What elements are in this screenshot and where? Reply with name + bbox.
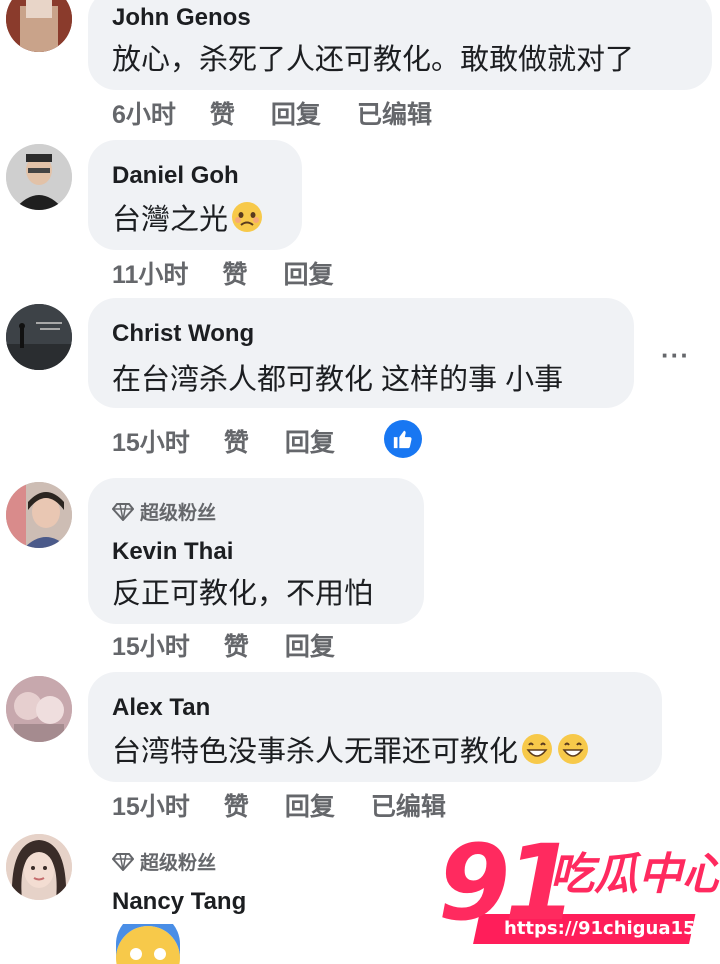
avatar[interactable] [6,676,72,742]
commenter-name[interactable]: Christ Wong [112,320,254,348]
site-watermark: 91 吃瓜中心 https://91chigua15.com [438,822,720,948]
avatar[interactable] [6,482,72,548]
comment-text: 在台湾杀人都可教化 这样的事 小事 [112,364,564,396]
comment-text: 台湾特色没事杀人无罪还可教化 [112,728,590,770]
like-button[interactable]: 赞 [210,95,235,131]
comment-text-content: 台灣之光 [112,204,229,236]
comment-timestamp[interactable]: 15小时 [112,423,190,459]
avatar-image [6,304,72,370]
diamond-icon [112,852,134,871]
comment-actions: 15小时 赞 回复 已编辑 [112,788,482,822]
diamond-icon [112,502,134,521]
top-fan-label: 超级粉丝 [140,853,217,874]
commenter-name[interactable]: Nancy Tang [112,888,246,916]
comment-text: 反正可教化，不用怕 [112,578,374,610]
comment-bubble: Christ Wong 在台湾杀人都可教化 这样的事 小事 [88,298,634,408]
grinning-face-emoji [556,732,590,766]
commenter-name[interactable]: Alex Tan [112,694,210,722]
reply-button[interactable]: 回复 [285,423,335,459]
watermark-title: 吃瓜中心 [550,849,720,900]
comment-bubble: Alex Tan 台湾特色没事杀人无罪还可教化 [88,672,662,782]
thumbs-up-icon[interactable] [384,420,422,458]
comment-timestamp[interactable]: 15小时 [112,787,190,823]
commenter-name[interactable]: John Genos [112,4,251,32]
more-options-button[interactable]: ··· [661,340,690,371]
fearful-face-emoji [114,924,182,964]
worried-face-emoji [230,200,264,234]
grinning-face-emoji [520,732,554,766]
avatar-image [6,834,72,900]
watermark-url: https://91chigua15.com [504,918,720,939]
commenter-name[interactable]: Kevin Thai [112,538,233,566]
edited-label: 已编辑 [356,101,432,129]
avatar-image [6,482,72,548]
comment-text-content: 台湾特色没事杀人无罪还可教化 [112,736,519,768]
comment-bubble: John Genos 放心，杀死了人还可教化。敢敢做就对了 [88,0,712,90]
like-button[interactable]: 赞 [224,423,249,459]
reply-button[interactable]: 回复 [283,255,333,291]
like-button[interactable]: 赞 [224,627,249,663]
top-fan-label: 超级粉丝 [140,503,217,524]
edited-label: 已编辑 [370,793,446,821]
comment-actions: 6小时 赞 回复 已编辑 [112,96,468,130]
avatar-image [6,676,72,742]
comment-timestamp[interactable]: 11小时 [112,255,188,291]
avatar-image [6,0,72,52]
comment-bubble: Daniel Goh 台灣之光 [88,140,302,250]
like-button[interactable]: 赞 [224,787,249,823]
comment-text: 台灣之光 [112,196,264,238]
avatar[interactable] [6,0,72,52]
reply-button[interactable]: 回复 [285,787,335,823]
comment-text: 放心，杀死了人还可教化。敢敢做就对了 [112,44,635,76]
top-fan-badge: 超级粉丝 [112,848,216,875]
reply-button[interactable]: 回复 [285,627,335,663]
reply-button[interactable]: 回复 [271,95,321,131]
avatar[interactable] [6,144,72,210]
comment-actions: 15小时 赞 回复 [112,628,371,662]
comment-timestamp[interactable]: 15小时 [112,627,190,663]
comment-actions: 11小时 赞 回复 [112,256,369,290]
comment-actions: 15小时 赞 回复 [112,424,371,458]
comment-bubble: 超级粉丝 Kevin Thai 反正可教化，不用怕 [88,478,424,624]
avatar[interactable] [6,304,72,370]
commenter-name[interactable]: Daniel Goh [112,162,239,190]
comment-timestamp[interactable]: 6小时 [112,95,176,131]
top-fan-badge: 超级粉丝 [112,498,216,525]
avatar-image [6,144,72,210]
avatar[interactable] [6,834,72,900]
like-button[interactable]: 赞 [222,255,247,291]
